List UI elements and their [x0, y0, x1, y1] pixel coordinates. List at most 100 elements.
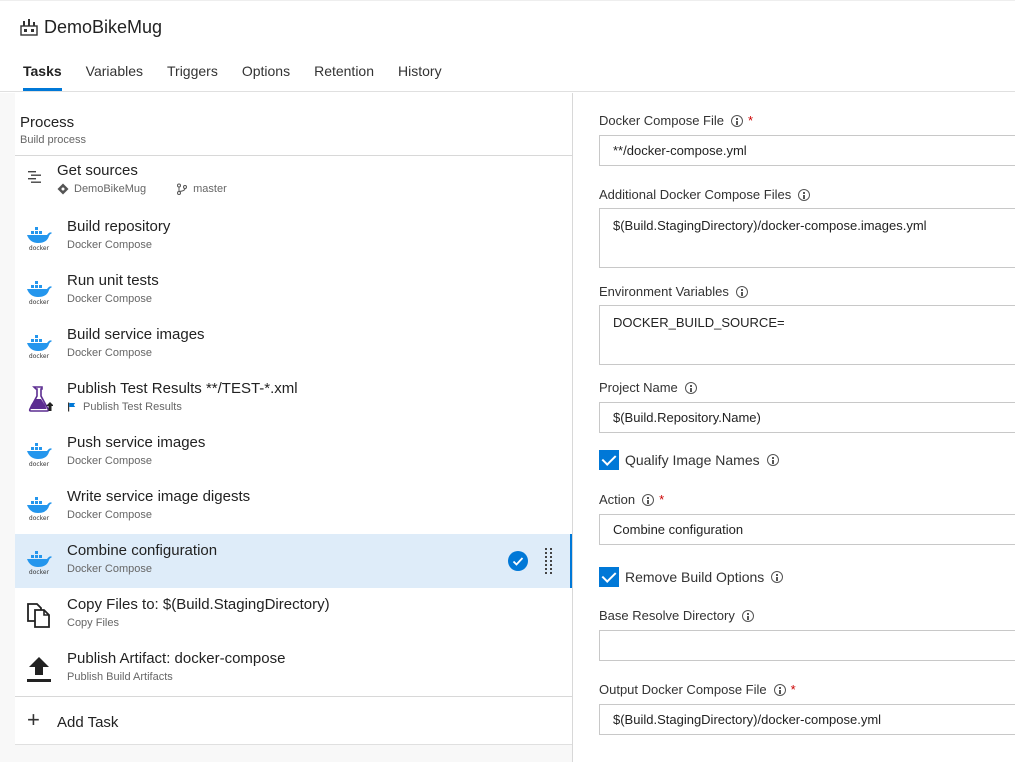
docker-icon: docker [27, 335, 52, 359]
add-task-button[interactable]: + Add Task [15, 696, 572, 744]
tab-bar: Tasks Variables Triggers Options Retenti… [23, 61, 466, 93]
task-type: Copy Files [67, 617, 119, 629]
task-type: Publish Test Results [67, 401, 182, 413]
task-push-service-images[interactable]: docker Push service images Docker Compos… [15, 426, 572, 480]
tab-retention[interactable]: Retention [314, 61, 374, 91]
task-run-unit-tests[interactable]: docker Run unit tests Docker Compose [15, 264, 572, 318]
tab-options[interactable]: Options [242, 61, 290, 91]
docker-logo-text: docker [29, 461, 50, 467]
checkbox-label: Qualify Image Names [625, 452, 760, 468]
task-build-service-images[interactable]: docker Build service images Docker Compo… [15, 318, 572, 372]
checkbox-label: Remove Build Options [625, 569, 765, 585]
info-icon[interactable] [773, 683, 786, 696]
build-definition-icon [20, 19, 38, 36]
action-label: Action * [599, 492, 664, 507]
checkbox-checked-icon[interactable] [599, 450, 619, 470]
info-icon[interactable] [798, 188, 811, 201]
task-type: Docker Compose [67, 455, 152, 467]
label-text: Action [599, 492, 636, 507]
info-icon[interactable] [766, 454, 779, 466]
output-file-label: Output Docker Compose File * [599, 682, 796, 697]
base-resolve-dir-label: Base Resolve Directory [599, 608, 754, 623]
tab-history[interactable]: History [398, 61, 442, 91]
task-name: Get sources [57, 162, 138, 179]
info-icon[interactable] [642, 493, 655, 506]
task-combine-configuration[interactable]: docker Combine configuration Docker Comp… [15, 534, 572, 588]
flag-icon [68, 402, 76, 412]
branch-icon [177, 183, 188, 195]
header: DemoBikeMug Tasks Variables Triggers Opt… [0, 0, 1015, 92]
copy-files-icon [27, 603, 50, 628]
label-text: Project Name [599, 380, 678, 395]
repo-meta: DemoBikeMug [57, 183, 146, 195]
task-name: Write service image digests [67, 488, 251, 505]
docker-icon: docker [27, 443, 52, 467]
remove-build-options-checkbox[interactable]: Remove Build Options [599, 567, 784, 587]
label-text: Additional Docker Compose Files [599, 187, 792, 202]
required-marker: * [659, 492, 665, 507]
docker-logo-text: docker [29, 245, 50, 251]
docker-logo-text: docker [29, 569, 50, 575]
process-header[interactable]: Process Build process [15, 93, 572, 156]
label-text: Docker Compose File [599, 113, 724, 128]
task-type: Docker Compose [67, 239, 152, 251]
required-marker: * [748, 113, 754, 128]
tab-variables[interactable]: Variables [86, 61, 143, 91]
title-row: DemoBikeMug [20, 15, 162, 39]
task-name: Publish Artifact: docker-compose [67, 650, 286, 667]
task-publish-test-results[interactable]: Publish Test Results **/TEST-*.xml Publi… [15, 372, 572, 426]
docker-icon: docker [27, 281, 52, 305]
repo-icon [57, 183, 69, 195]
task-copy-files[interactable]: Copy Files to: $(Build.StagingDirectory)… [15, 588, 572, 642]
task-list-panel: Process Build process Get sources DemoBi… [0, 93, 572, 762]
task-build-repository[interactable]: docker Build repository Docker Compose [15, 210, 572, 264]
add-task-label: Add Task [57, 714, 119, 731]
docker-logo-text: docker [29, 353, 50, 359]
docker-compose-file-input[interactable]: **/docker-compose.yml [599, 135, 1015, 166]
task-name: Run unit tests [67, 272, 159, 289]
info-icon[interactable] [741, 609, 754, 622]
project-name-input[interactable]: $(Build.Repository.Name) [599, 402, 1015, 433]
docker-icon: docker [27, 227, 52, 251]
docker-icon: docker [27, 551, 52, 575]
output-file-input[interactable]: $(Build.StagingDirectory)/docker-compose… [599, 704, 1015, 735]
process-title: Process [20, 114, 75, 131]
info-icon[interactable] [735, 285, 748, 298]
docker-compose-file-label: Docker Compose File * [599, 113, 753, 128]
tab-triggers[interactable]: Triggers [167, 61, 218, 91]
info-icon[interactable] [771, 571, 784, 583]
base-resolve-dir-input[interactable] [599, 630, 1015, 661]
task-type: Docker Compose [67, 509, 152, 521]
task-name: Copy Files to: $(Build.StagingDirectory) [67, 596, 330, 613]
task-type: Docker Compose [67, 347, 152, 359]
info-icon[interactable] [684, 381, 697, 394]
checkbox-checked-icon[interactable] [599, 567, 619, 587]
project-name-label: Project Name [599, 380, 697, 395]
env-vars-textarea[interactable]: DOCKER_BUILD_SOURCE= [599, 305, 1015, 365]
branch-name: master [193, 183, 227, 195]
label-text: Base Resolve Directory [599, 608, 735, 623]
task-publish-artifact[interactable]: Publish Artifact: docker-compose Publish… [15, 642, 572, 696]
qualify-image-names-checkbox[interactable]: Qualify Image Names [599, 450, 779, 470]
additional-files-textarea[interactable]: $(Build.StagingDirectory)/docker-compose… [599, 208, 1015, 268]
get-sources-meta: DemoBikeMug master [57, 183, 227, 195]
info-icon[interactable] [731, 114, 743, 127]
task-name: Push service images [67, 434, 206, 451]
env-vars-label: Environment Variables [599, 284, 748, 299]
docker-logo-text: docker [29, 515, 50, 521]
task-name: Publish Test Results **/TEST-*.xml [67, 380, 298, 397]
upload-icon [27, 657, 51, 682]
task-write-service-image-digests[interactable]: docker Write service image digests Docke… [15, 480, 572, 534]
tab-tasks[interactable]: Tasks [23, 61, 62, 91]
flask-icon [28, 386, 53, 412]
task-type-text: Publish Test Results [83, 401, 182, 413]
repo-name: DemoBikeMug [74, 183, 147, 195]
drag-handle-icon[interactable] [544, 547, 554, 575]
task-get-sources[interactable]: Get sources DemoBikeMug master [15, 157, 572, 205]
action-select[interactable]: Combine configuration [599, 514, 1015, 545]
task-settings-panel: Docker Compose File * **/docker-compose.… [572, 93, 1015, 762]
plus-icon: + [27, 707, 40, 732]
task-list: Process Build process Get sources DemoBi… [15, 93, 572, 745]
docker-logo-text: docker [29, 299, 50, 305]
enabled-check-icon[interactable] [508, 551, 528, 571]
